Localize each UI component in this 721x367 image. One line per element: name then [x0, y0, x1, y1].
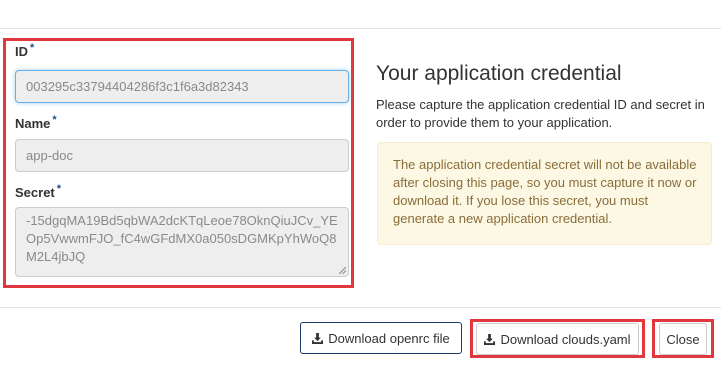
resize-grip-icon[interactable]	[338, 266, 346, 274]
download-icon	[312, 332, 324, 344]
clouds-highlight-frame: Download clouds.yaml	[470, 319, 645, 358]
required-marker: *	[52, 114, 57, 126]
close-button[interactable]: Close	[659, 323, 707, 355]
secret-label: Secret *	[15, 183, 62, 200]
close-highlight-frame: Close	[652, 319, 714, 358]
page-title: Your application credential	[376, 62, 622, 85]
download-clouds-yaml-label: Download clouds.yaml	[500, 331, 631, 347]
secret-value: -15dgqMA19Bd5qbWA2dcKTqLeoe78OknQiuJCv_Y…	[26, 213, 338, 264]
required-marker: *	[30, 42, 35, 54]
warning-text: The application credential secret will n…	[393, 157, 697, 226]
download-openrc-button[interactable]: Download openrc file	[300, 322, 462, 354]
footer-divider	[0, 307, 721, 308]
header-divider	[0, 28, 721, 29]
description-text: Please capture the application credentia…	[376, 97, 705, 130]
id-field[interactable]: 003295c33794404286f3c1f6a3d82343	[15, 70, 349, 103]
secret-textarea[interactable]: -15dgqMA19Bd5qbWA2dcKTqLeoe78OknQiuJCv_Y…	[15, 207, 349, 277]
required-marker: *	[56, 183, 62, 195]
download-clouds-yaml-button[interactable]: Download clouds.yaml	[476, 323, 639, 355]
warning-alert: The application credential secret will n…	[377, 142, 712, 245]
name-label: Name *	[15, 114, 57, 131]
name-field[interactable]: app-doc	[15, 139, 349, 172]
download-icon	[484, 333, 496, 345]
credential-form-panel: ID * 003295c33794404286f3c1f6a3d82343 Nam…	[3, 38, 354, 288]
download-openrc-label: Download openrc file	[328, 330, 450, 346]
id-label: ID *	[15, 42, 35, 59]
